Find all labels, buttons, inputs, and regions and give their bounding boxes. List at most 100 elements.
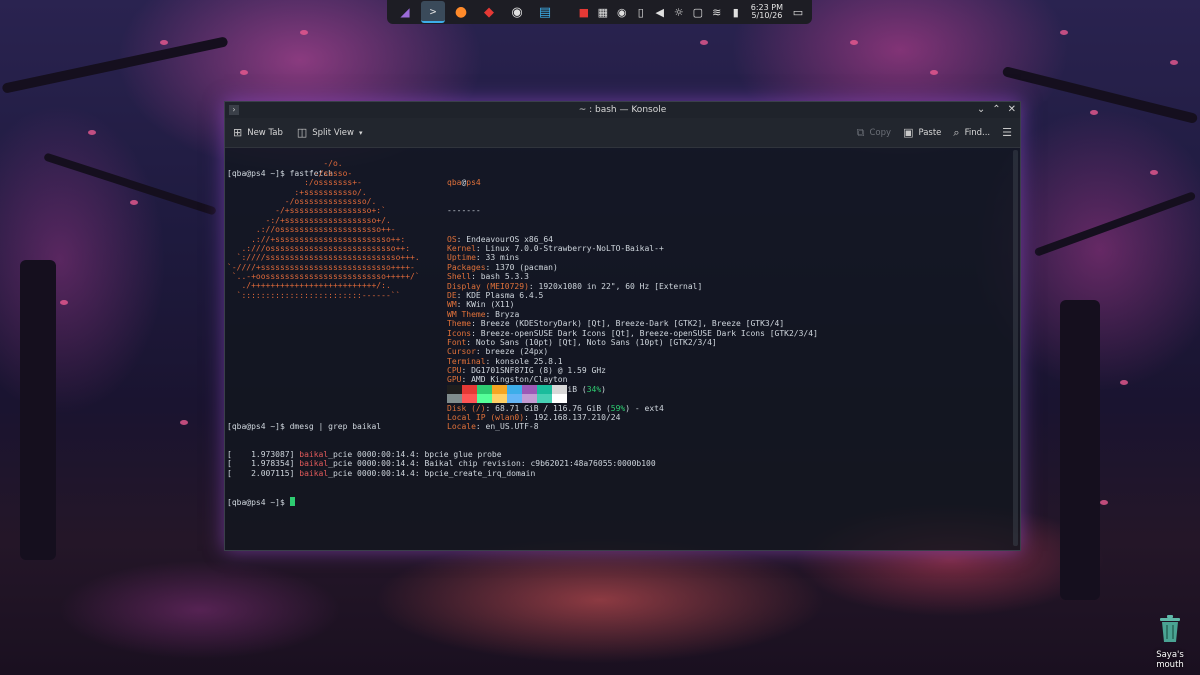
close-icon[interactable]: ✕ <box>1008 103 1016 117</box>
window-titlebar[interactable]: › ~ : bash — Konsole ⌄ ⌃ ✕ <box>225 102 1020 118</box>
logo-line: -/o. <box>227 159 343 169</box>
trash-label: Saya's mouth <box>1156 650 1184 670</box>
top-panel: ◢ > ● ◆ ◉ ▤ ■ ▦ ◉ ▯ ◀ ☼ ▢ ≋ ▮ 6:23 PM 5/… <box>387 0 812 24</box>
split-view-button[interactable]: ◫ Split View ▾ <box>297 126 363 139</box>
launcher-icon: ◢ <box>400 5 410 19</box>
logo-line: -/sssso- <box>227 168 353 178</box>
obs-tray-icon[interactable]: ◉ <box>614 4 630 20</box>
info-line: Packages: 1370 (pacman) <box>447 262 558 272</box>
palette-swatch <box>492 394 507 403</box>
dmesg-block: [qba@ps4 ~]$ dmesg | grep baikal [ 1.973… <box>227 403 656 525</box>
logo-line: :/osssssss+- <box>227 178 362 188</box>
hamburger-menu-button[interactable]: ☰ <box>1002 126 1012 139</box>
paste-icon: ▣ <box>903 126 914 139</box>
task-konsole[interactable]: > <box>421 1 445 23</box>
palette-swatch <box>462 385 477 394</box>
volume-icon[interactable]: ◀ <box>652 4 668 20</box>
info-line: DE: KDE Plasma 6.4.5 <box>447 290 544 300</box>
info-line: Kernel: Linux 7.0.0-Strawberry-NoLTO-Bai… <box>447 244 664 253</box>
logo-line: .:///ossssssssssssssssssssssssso++: <box>227 243 411 253</box>
launcher-button[interactable]: ◢ <box>393 1 417 23</box>
logo-line: :+sssssssssso/. <box>227 187 367 197</box>
info-line: Font: Noto Sans (10pt) [Qt], Noto Sans (… <box>447 337 717 347</box>
info-line: Theme: Breeze (KDEStoryDark) [Qt], Breez… <box>447 319 785 329</box>
copy-button[interactable]: ⧉ Copy <box>857 126 891 140</box>
paste-button[interactable]: ▣ Paste <box>903 126 941 139</box>
digital-clock[interactable]: 6:23 PM 5/10/26 <box>747 3 787 21</box>
info-line: OS: EndeavourOS x86_64 <box>447 234 553 244</box>
palette-swatch <box>462 394 477 403</box>
text-cursor <box>289 497 295 506</box>
clock-date: 5/10/26 <box>751 11 783 20</box>
clipboard-icon[interactable]: ▯ <box>633 4 649 20</box>
find-button[interactable]: ⌕ Find... <box>953 126 990 140</box>
info-line: Terminal: konsole 25.8.1 <box>447 356 563 366</box>
paste-label: Paste <box>918 127 942 138</box>
palette-swatch <box>507 385 522 394</box>
logo-line: -/ossssssssssssso/. <box>227 196 377 206</box>
palette-swatch <box>522 394 537 403</box>
firefox-icon: ● <box>454 4 468 20</box>
obs-icon: ◉ <box>511 4 523 20</box>
logo-line: `:////ssssssssssssssssssssssssssso+++. <box>227 253 420 263</box>
dmesg-line: [ 2.007115] baikal_pcie 0000:00:14.4: bp… <box>227 468 536 478</box>
palette-swatch <box>537 385 552 394</box>
info-line: Display (MEI0729): 1920x1080 in 22", 60 … <box>447 281 703 291</box>
trash-icon <box>1160 615 1180 642</box>
task-obs[interactable]: ◉ <box>505 1 529 23</box>
palette-swatch <box>552 385 567 394</box>
show-desktop-icon[interactable]: ▭ <box>790 4 806 20</box>
info-line: Icons: Breeze-openSUSE Dark Icons [Qt], … <box>447 328 818 338</box>
calculator-icon[interactable]: ▦ <box>595 4 611 20</box>
maximize-icon[interactable]: ⌃ <box>992 103 1000 117</box>
logo-line: ./++++++++++++++++++++++++++/:. <box>227 281 391 291</box>
anydesk-icon: ◆ <box>484 4 494 20</box>
user-host: qba@ps4 <box>447 178 481 188</box>
palette-swatch <box>477 394 492 403</box>
info-line: WM: KWin (X11) <box>447 300 515 310</box>
minimize-icon[interactable]: ⌄ <box>977 103 985 117</box>
prompt-dmesg: [qba@ps4 ~]$ dmesg | grep baikal <box>227 421 382 431</box>
brightness-icon[interactable]: ☼ <box>671 4 687 20</box>
separator: ------- <box>447 206 481 216</box>
hamburger-menu-icon: ☰ <box>1002 126 1012 139</box>
logo-line: `..-+oosssssssssssssssssssssssso+++++/` <box>227 272 420 282</box>
info-line: CPU: DG1701SNF87IG (8) @ 1.59 GHz <box>447 366 606 376</box>
palette-swatch <box>552 394 567 403</box>
wifi-icon[interactable]: ≋ <box>709 4 725 20</box>
terminal-scrollbar[interactable] <box>1013 150 1018 546</box>
desktop-trash[interactable]: Saya's mouth <box>1142 615 1198 670</box>
palette-swatch <box>447 385 462 394</box>
palette-swatch <box>492 385 507 394</box>
new-tab-button[interactable]: ⊞ New Tab <box>233 126 283 139</box>
color-palette <box>447 385 567 403</box>
logo-line: .://osssssssssssssssssssso++- <box>227 225 396 235</box>
logo-line: `-////+sssssssssssssssssssssssssso++++- <box>227 262 415 272</box>
find-label: Find... <box>964 127 991 138</box>
new-tab-icon: ⊞ <box>233 126 243 139</box>
palette-swatch <box>537 394 552 403</box>
palette-swatch <box>522 385 537 394</box>
task-firefox[interactable]: ● <box>449 1 473 23</box>
palette-swatch <box>447 394 462 403</box>
logo-line: -/+sssssssssssssssso+:` <box>227 206 386 216</box>
dmesg-line: [ 1.978354] baikal_pcie 0000:00:14.4: Ba… <box>227 459 656 469</box>
palette-swatch <box>477 385 492 394</box>
copy-label: Copy <box>869 127 892 138</box>
info-line: GPU: AMD Kingston/Clayton <box>447 375 568 385</box>
notes-icon[interactable]: ▢ <box>690 4 706 20</box>
dmesg-line: [ 1.973087] baikal_pcie 0000:00:14.4: bp… <box>227 450 502 460</box>
distro-logo: -/o. -/sssso- :/osssssss+- :+sssssssssso… <box>227 159 420 300</box>
info-line: Cursor: breeze (24px) <box>447 347 549 357</box>
tray-red-app-icon[interactable]: ■ <box>576 4 592 20</box>
terminal-output[interactable]: [qba@ps4 ~]$ fastfetch -/o. -/sssso- :/o… <box>227 150 1010 548</box>
logo-line: -:/+sssssssssssssssssso+/. <box>227 215 391 225</box>
battery-icon[interactable]: ▮ <box>728 4 744 20</box>
logo-line: `:::::::::::::::::::::::::------`` <box>227 290 401 300</box>
logo-line: .://+ssssssssssssssssssssssso++: <box>227 234 406 244</box>
task-screen-app[interactable]: ▤ <box>533 1 557 23</box>
konsole-window: › ~ : bash — Konsole ⌄ ⌃ ✕ ⊞ New Tab ◫ S… <box>224 101 1021 551</box>
task-anydesk[interactable]: ◆ <box>477 1 501 23</box>
copy-icon: ⧉ <box>856 125 865 139</box>
system-tray: ■ ▦ ◉ ▯ ◀ ☼ ▢ ≋ ▮ 6:23 PM 5/10/26 ▭ <box>576 3 806 21</box>
